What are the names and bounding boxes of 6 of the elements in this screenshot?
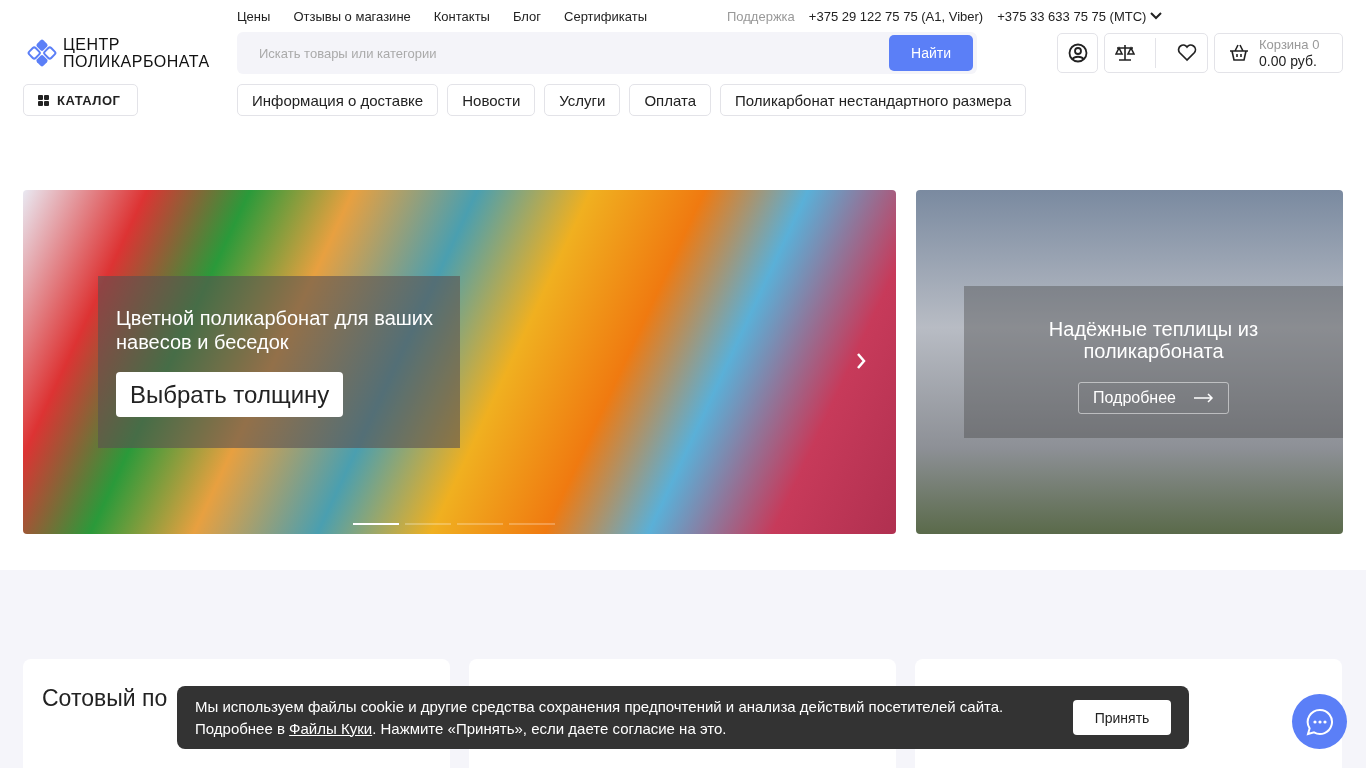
banner-title: Надёжные теплицы из поликарбоната — [1047, 318, 1260, 362]
card-title: Сотовый по — [42, 685, 168, 712]
banner-title: Цветной поликарбонат для ваших навесов и беседок — [116, 306, 434, 354]
cookie-text: Мы используем файлы cookie и другие средства сохранения предпочтений и анализа действий посетителей сайта. Подробнее в Файлы Куки. Нажмите «Принять», если даете согласие на это. — [195, 696, 1005, 739]
logo-text: ЦЕНТР ПОЛИКАРБОНАТА — [63, 36, 210, 70]
support-label: Поддержка — [727, 8, 795, 24]
